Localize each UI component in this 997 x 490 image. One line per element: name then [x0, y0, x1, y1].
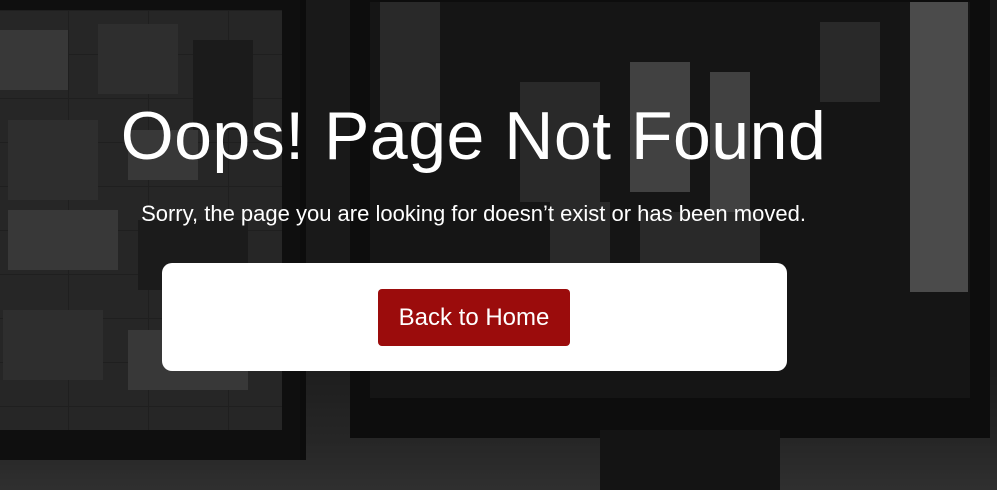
- action-card: Back to Home: [162, 263, 787, 371]
- error-page: Oops! Page Not Found Sorry, the page you…: [0, 0, 997, 490]
- error-message: Sorry, the page you are looking for does…: [141, 201, 806, 226]
- back-to-home-button[interactable]: Back to Home: [378, 289, 570, 346]
- page-title: Oops! Page Not Found: [120, 98, 827, 174]
- error-content: Oops! Page Not Found Sorry, the page you…: [0, 0, 997, 490]
